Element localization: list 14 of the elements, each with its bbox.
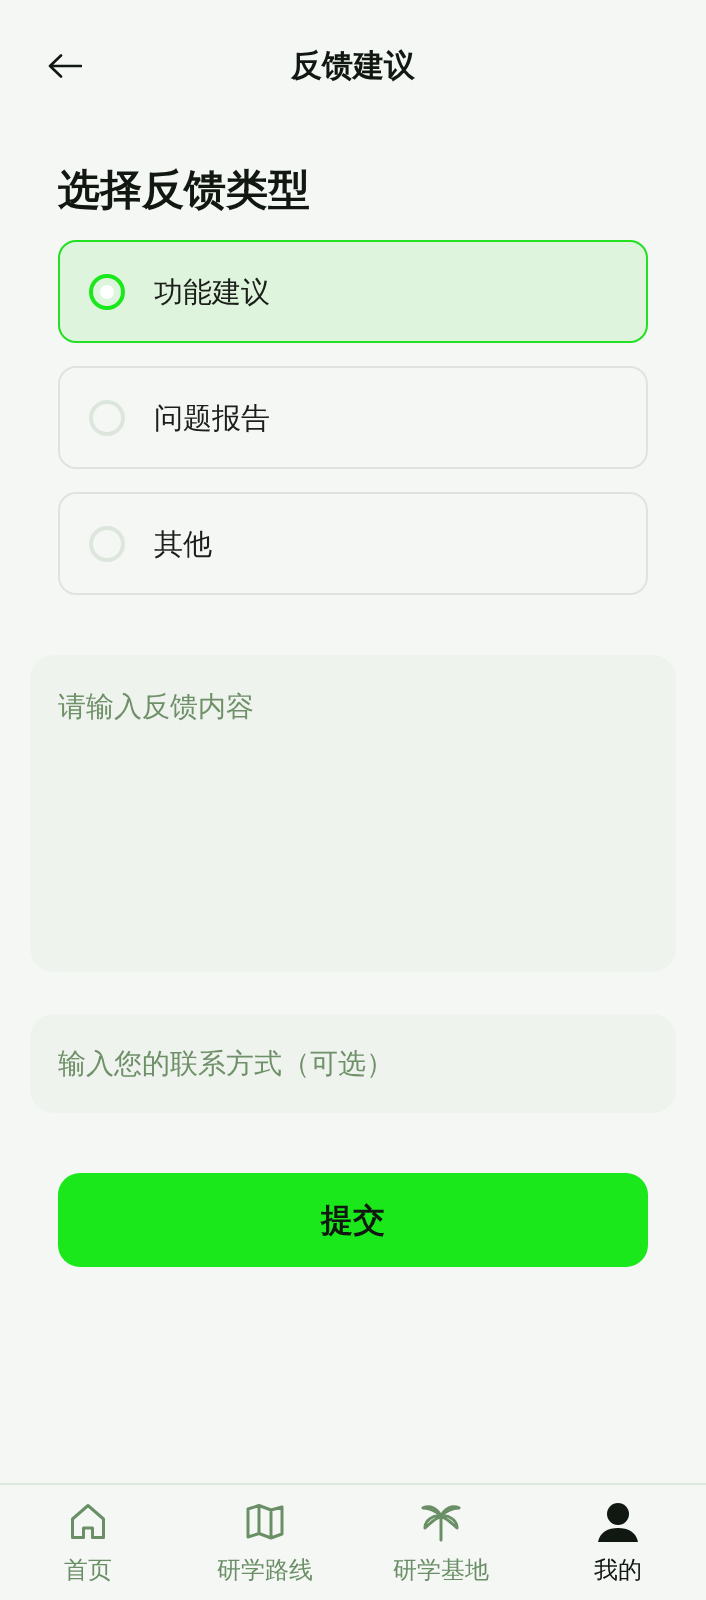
- map-icon: [244, 1502, 285, 1542]
- contact-field[interactable]: 输入您的联系方式（可选）: [30, 1014, 676, 1113]
- page-title: 反馈建议: [291, 47, 415, 85]
- feedback-content-field[interactable]: 请输入反馈内容: [30, 655, 676, 972]
- nav-tab[interactable]: 我的: [529, 1485, 706, 1600]
- submit-button[interactable]: 提交: [58, 1173, 648, 1267]
- section-title: 选择反馈类型: [58, 166, 310, 214]
- person-icon: [597, 1502, 638, 1542]
- feedback-type-option[interactable]: 功能建议: [58, 240, 648, 343]
- feedback-type-option[interactable]: 问题报告: [58, 366, 648, 469]
- back-arrow-icon: [48, 54, 82, 78]
- palm-tree-icon: [421, 1502, 462, 1542]
- feedback-type-option[interactable]: 其他: [58, 492, 648, 595]
- back-button[interactable]: [48, 54, 82, 78]
